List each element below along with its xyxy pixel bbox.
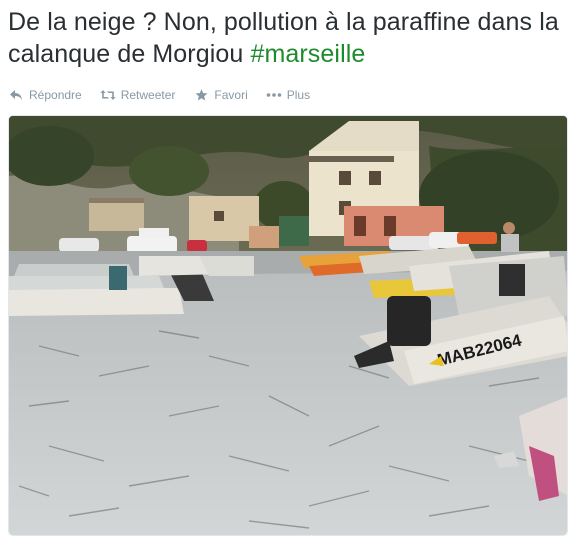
reply-icon	[8, 88, 24, 102]
retweet-label: Retweeter	[120, 88, 176, 102]
favorite-button[interactable]: Favori	[193, 88, 248, 102]
tweet-card: De la neige ? Non, pollution à la paraff…	[0, 0, 578, 545]
more-label: Plus	[286, 88, 311, 102]
favorite-label: Favori	[214, 88, 248, 102]
photo-illustration: MAB22064	[9, 116, 567, 535]
tweet-actions: Répondre Retweeter Favori Plus	[8, 86, 328, 104]
reply-button[interactable]: Répondre	[8, 88, 82, 102]
retweet-icon	[100, 88, 116, 102]
reply-label: Répondre	[29, 88, 82, 102]
retweet-button[interactable]: Retweeter	[100, 88, 176, 102]
tweet-text: De la neige ? Non, pollution à la paraff…	[8, 6, 568, 70]
more-icon	[266, 88, 282, 102]
more-button[interactable]: Plus	[266, 88, 310, 102]
tweet-photo[interactable]: MAB22064	[8, 115, 568, 536]
hashtag-link[interactable]: #marseille	[250, 40, 365, 68]
star-icon	[193, 88, 209, 102]
